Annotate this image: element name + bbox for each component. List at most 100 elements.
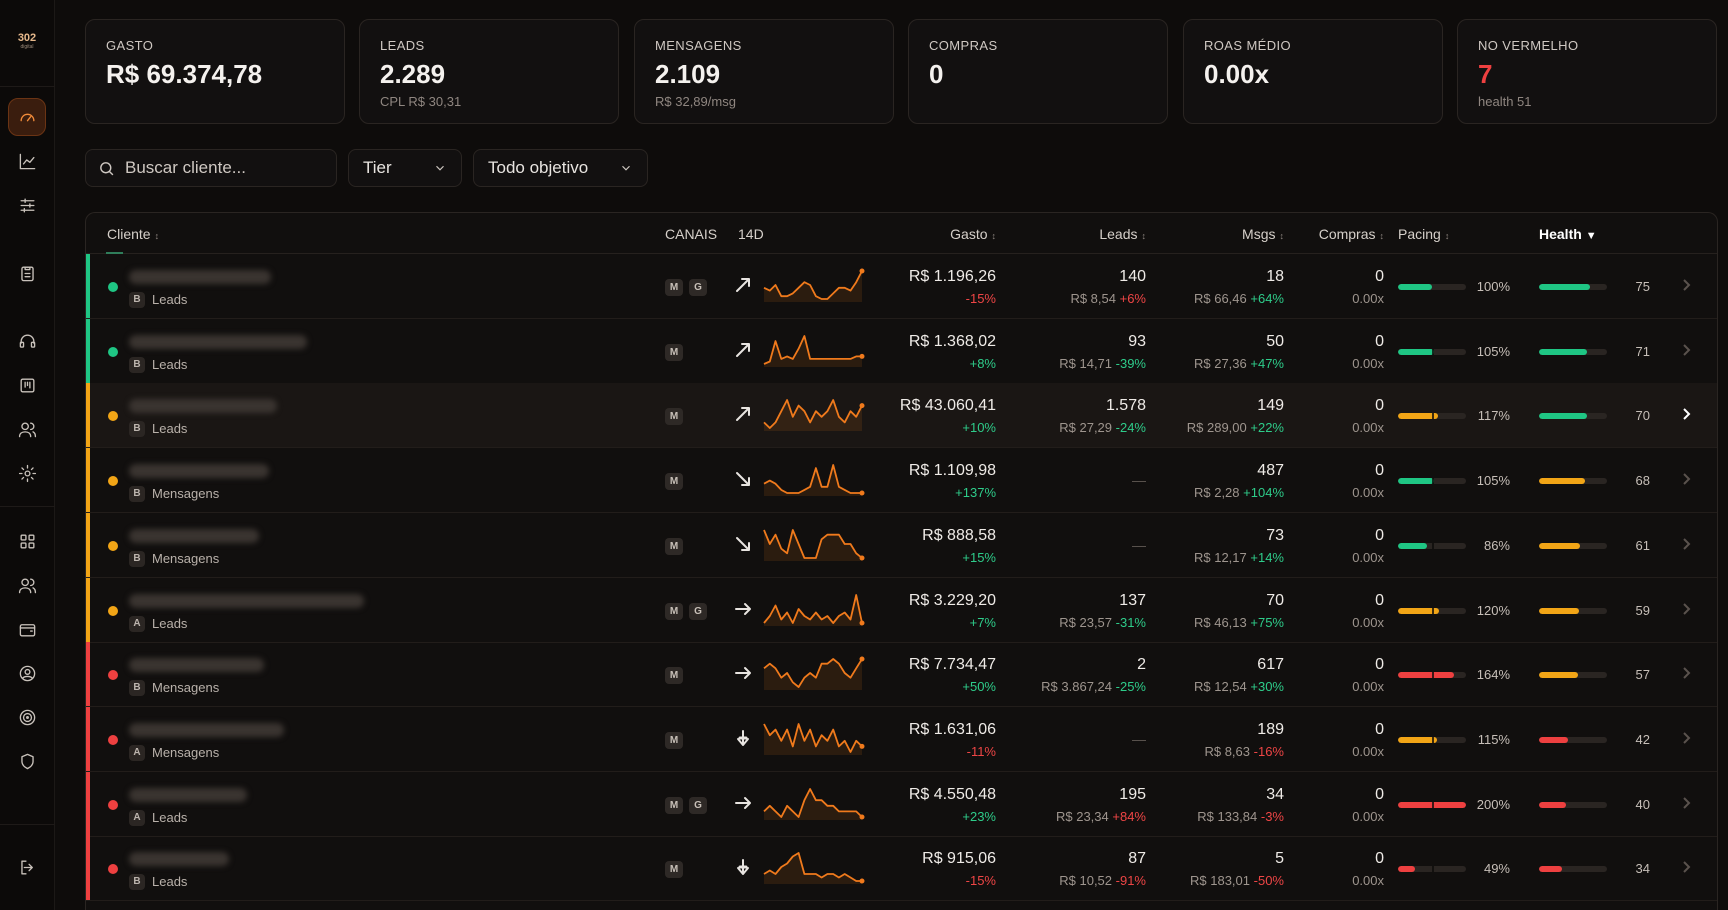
- chevron-right-icon[interactable]: [1678, 795, 1694, 811]
- nav-users-button[interactable]: [8, 410, 46, 448]
- nav-support-button[interactable]: [8, 322, 46, 360]
- msgs-value: 34: [1266, 785, 1284, 803]
- leads-delta: -91%: [1115, 873, 1146, 889]
- nav-wallet-button[interactable]: [8, 610, 46, 648]
- msgs-value: 5: [1275, 850, 1284, 868]
- pacing-bar: [1398, 736, 1466, 743]
- msgs-delta: +104%: [1243, 485, 1284, 501]
- th-pacing[interactable]: Pacing ↕: [1398, 226, 1449, 242]
- pacing-target-tick: [1432, 542, 1434, 549]
- chevron-right-icon[interactable]: [1678, 536, 1694, 552]
- chevron-right-icon[interactable]: [1678, 406, 1694, 422]
- table-row[interactable]: B Mensagens M R$ 7.734,47 +50% 2 R$ 3.86…: [86, 642, 1717, 708]
- health-score: 42: [1635, 731, 1650, 747]
- pacing-bar: [1398, 478, 1466, 485]
- msgs-value: 70: [1266, 591, 1284, 609]
- channel-chip: M: [665, 861, 683, 879]
- nav-team-button[interactable]: [8, 566, 46, 604]
- gasto-delta: -15%: [965, 873, 996, 889]
- pacing-fill: [1398, 478, 1434, 485]
- pacing-percent: 164%: [1476, 667, 1510, 683]
- trend-down-icon: [734, 535, 752, 553]
- table-row[interactable]: A Leads MG R$ 3.229,20 +7% 137 R$ 23,57 …: [86, 577, 1717, 643]
- chevron-right-icon[interactable]: [1678, 471, 1694, 487]
- objective-label: Leads: [152, 809, 188, 825]
- sort-icon: ↕: [1279, 231, 1285, 241]
- msgs-delta: +14%: [1250, 549, 1284, 565]
- msgs-cost: R$ 66,46: [1193, 291, 1247, 306]
- objective-dropdown[interactable]: Todo objetivo: [473, 149, 648, 187]
- table-row[interactable]: B Mensagens M R$ 1.109,98 +137% — 487 R$…: [86, 448, 1717, 514]
- chevron-right-icon[interactable]: [1678, 601, 1694, 617]
- nav-dashboard-button[interactable]: [8, 98, 46, 136]
- objective-label: Leads: [152, 356, 188, 372]
- stat-label: COMPRAS: [929, 38, 998, 53]
- nav-reports-button[interactable]: [8, 254, 46, 292]
- chevron-right-icon[interactable]: [1678, 859, 1694, 875]
- status-dot: [108, 346, 118, 357]
- leads-value: 93: [1128, 332, 1146, 350]
- objective-label: Leads: [152, 292, 188, 307]
- status-stripe: [86, 318, 90, 383]
- gasto-value: R$ 1.631,06: [908, 720, 996, 738]
- compras-value: 0: [1375, 656, 1384, 674]
- table-row[interactable]: B Mensagens M R$ 888,58 +15% — 73 R$ 12,…: [86, 512, 1717, 578]
- compras-value: 0: [1375, 850, 1384, 868]
- table-header: Cliente ↕ CANAIS 14D Gasto ↕ Leads ↕ Msgs ↕ …: [86, 213, 1717, 254]
- logout-button[interactable]: [8, 848, 46, 886]
- search-box[interactable]: [85, 149, 337, 187]
- leads-empty: —: [1132, 472, 1146, 489]
- th-msgs-label: Msgs: [1242, 226, 1276, 242]
- pacing-percent: 86%: [1483, 537, 1510, 553]
- shield-icon: [20, 753, 34, 769]
- compras-value: 0: [1375, 785, 1384, 803]
- chart-line-icon: [19, 153, 35, 169]
- msgs-delta: +47%: [1250, 355, 1284, 371]
- users-icon: [18, 421, 36, 437]
- leads-delta: -25%: [1115, 679, 1146, 695]
- nav-security-button[interactable]: [8, 742, 46, 780]
- nav-profile-button[interactable]: [8, 654, 46, 692]
- th-leads[interactable]: Leads ↕: [1099, 226, 1146, 242]
- sparkline: [763, 787, 865, 820]
- leads-value: 2: [1137, 656, 1146, 674]
- table-row[interactable]: B Leads M R$ 43.060,41 +10% 1.578 R$ 27,…: [86, 383, 1717, 449]
- health-bar: [1539, 866, 1607, 873]
- th-compras[interactable]: Compras ↕: [1319, 226, 1384, 242]
- leads-delta: -24%: [1115, 420, 1146, 436]
- msgs-delta: -50%: [1253, 873, 1284, 889]
- nav-board-button[interactable]: [8, 366, 46, 404]
- table-row[interactable]: A Leads MG R$ 4.550,48 +23% 195 R$ 23,34…: [86, 771, 1717, 837]
- table-row[interactable]: A Mensagens M R$ 1.631,06 -11% — 189 R$ …: [86, 706, 1717, 772]
- msgs-sub: R$ 66,46 +64%: [1194, 291, 1284, 306]
- nav-settings-button[interactable]: [8, 454, 46, 492]
- table-row[interactable]: B Leads M R$ 915,06 -15% 87 R$ 10,52 -91…: [86, 836, 1717, 902]
- th-msgs[interactable]: Msgs ↕: [1242, 226, 1284, 242]
- nav-goals-button[interactable]: [8, 698, 46, 736]
- brand-logo[interactable]: 302 digital: [14, 32, 40, 52]
- health-score: 40: [1635, 796, 1650, 812]
- tier-dropdown[interactable]: Tier: [348, 149, 462, 187]
- chevron-right-icon[interactable]: [1678, 665, 1694, 681]
- chevron-right-icon[interactable]: [1678, 342, 1694, 358]
- th-gasto[interactable]: Gasto ↕: [950, 226, 996, 242]
- chevron-right-icon[interactable]: [1678, 277, 1694, 293]
- status-stripe: [86, 383, 90, 448]
- table-row[interactable]: B Leads M R$ 1.368,02 +8% 93 R$ 14,71 -3…: [86, 318, 1717, 384]
- th-health[interactable]: Health ▼: [1539, 226, 1597, 242]
- stat-value: 2.109: [655, 59, 721, 89]
- chevron-right-icon[interactable]: [1678, 730, 1694, 746]
- search-input[interactable]: [125, 158, 325, 178]
- stat-label: NO VERMELHO: [1478, 38, 1579, 53]
- gasto-value: R$ 4.550,48: [908, 785, 996, 803]
- leads-delta: -31%: [1115, 614, 1146, 630]
- client-name-redacted: [129, 658, 264, 673]
- pacing-percent: 120%: [1476, 602, 1510, 618]
- channel-chip: M: [665, 537, 683, 555]
- th-cliente[interactable]: Cliente ↕: [107, 226, 159, 242]
- nav-apps-button[interactable]: [8, 522, 46, 560]
- compras-value: 0: [1375, 332, 1384, 350]
- table-row[interactable]: B Leads MG R$ 1.196,26 -15% 140 R$ 8,54 …: [86, 254, 1717, 319]
- nav-controls-button[interactable]: [8, 186, 46, 224]
- nav-analytics-button[interactable]: [8, 142, 46, 180]
